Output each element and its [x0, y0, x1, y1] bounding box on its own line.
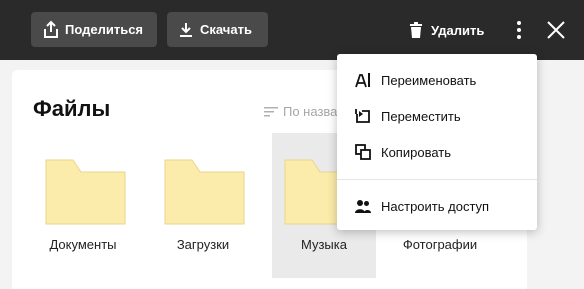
trash-icon [410, 22, 422, 38]
folder-icon [164, 159, 245, 225]
folder-item-downloads[interactable]: Загрузки [151, 133, 255, 278]
context-menu: Переименовать Переместить Копировать Нас… [337, 54, 537, 230]
more-vertical-icon[interactable] [512, 20, 526, 40]
menu-item-label: Настроить доступ [381, 198, 490, 214]
menu-item-rename[interactable]: Переименовать [337, 65, 537, 95]
sort-label: По названию [283, 104, 339, 119]
folder-item-documents[interactable]: Документы [31, 133, 135, 278]
delete-button[interactable]: Удалить [408, 18, 484, 42]
people-icon [355, 200, 371, 213]
share-label: Поделиться [65, 22, 144, 37]
folder-label: Загрузки [176, 237, 230, 252]
share-icon [44, 20, 58, 38]
menu-item-label: Копировать [381, 144, 451, 160]
page-title: Файлы [33, 96, 111, 121]
menu-divider [337, 179, 537, 180]
folder-label: Музыка [301, 237, 347, 252]
delete-label: Удалить [431, 22, 485, 38]
menu-item-copy[interactable]: Копировать [337, 137, 537, 167]
menu-item-label: Переименовать [381, 72, 477, 88]
sort-icon [264, 106, 278, 116]
folder-label: Документы [49, 237, 117, 252]
move-icon [355, 109, 370, 123]
download-button[interactable]: Скачать [167, 12, 268, 47]
menu-item-label: Переместить [381, 108, 461, 124]
folder-label: Фотографии [402, 237, 478, 252]
sort-control[interactable]: По названию [264, 104, 339, 119]
copy-icon [355, 144, 371, 160]
download-label: Скачать [200, 22, 252, 37]
menu-item-move[interactable]: Переместить [337, 101, 537, 131]
top-toolbar: Поделиться Скачать Удалить [0, 0, 584, 60]
folder-icon [45, 159, 126, 225]
close-icon[interactable] [545, 19, 567, 41]
rename-icon [355, 73, 370, 88]
menu-item-share-access[interactable]: Настроить доступ [337, 191, 537, 221]
download-icon [180, 22, 192, 37]
share-button[interactable]: Поделиться [31, 12, 157, 47]
